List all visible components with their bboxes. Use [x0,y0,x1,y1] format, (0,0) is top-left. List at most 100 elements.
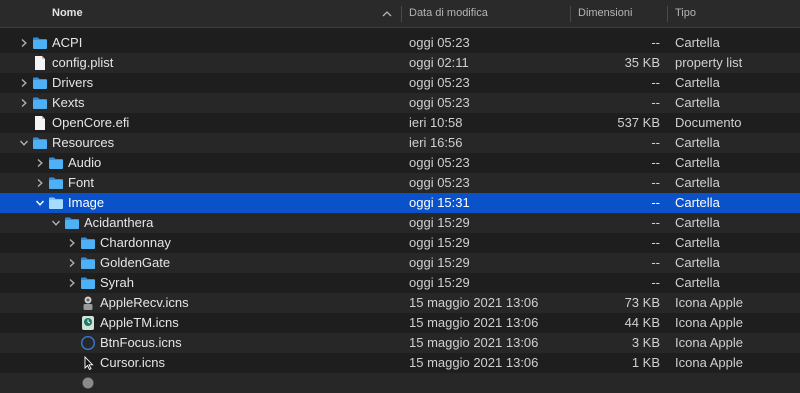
column-header-bar: Nome Data di modifica Dimensioni Tipo [0,0,800,28]
file-date-modified: 15 maggio 2021 13:06 [409,355,539,370]
column-header-date[interactable]: Data di modifica [409,0,488,27]
file-name[interactable]: Resources [52,133,114,153]
file-date-modified: oggi 15:29 [409,255,470,270]
disclosure-expanded-icon[interactable] [51,218,61,228]
document-icon [35,56,45,70]
file-row[interactable]: Kexts oggi 05:23 -- Cartella [0,93,800,113]
document-icon [35,116,45,130]
disclosure-collapsed-icon[interactable] [67,238,77,248]
file-size: -- [651,95,660,110]
file-name[interactable]: Cursor.icns [100,353,165,373]
disclosure-collapsed-icon[interactable] [19,38,29,48]
file-row[interactable]: GoldenGate oggi 15:29 -- Cartella [0,253,800,273]
folder-icon [33,137,47,149]
disclosure-collapsed-icon[interactable] [19,98,29,108]
file-row[interactable]: AppleTM.icns 15 maggio 2021 13:06 44 KB Ico… [0,313,800,333]
file-date-modified: 15 maggio 2021 13:06 [409,335,539,350]
file-date-modified: ieri 10:58 [409,115,463,130]
folder-icon [81,277,95,289]
file-kind: Cartella [675,135,720,150]
folder-icon [81,237,95,249]
file-kind: Cartella [675,275,720,290]
file-name[interactable]: Audio [68,153,101,173]
folder-icon [33,77,47,89]
file-row[interactable]: Resources ieri 16:56 -- Cartella [0,133,800,153]
file-row[interactable]: AppleRecv.icns 15 maggio 2021 13:06 73 KB I… [0,293,800,313]
file-name[interactable]: OpenCore.efi [52,113,129,133]
file-name[interactable]: Acidanthera [84,213,153,233]
disclosure-collapsed-icon[interactable] [67,258,77,268]
file-row[interactable]: OpenCore.efi ieri 10:58 537 KB Documento [0,113,800,133]
file-size: -- [651,155,660,170]
file-row[interactable]: Cursor.icns 15 maggio 2021 13:06 1 KB Icona… [0,353,800,373]
file-date-modified: oggi 15:29 [409,215,470,230]
file-date-modified: oggi 05:23 [409,155,470,170]
file-row[interactable]: BtnFocus.icns 15 maggio 2021 13:06 3 KB Ico… [0,333,800,353]
file-name[interactable]: config.plist [52,53,113,73]
file-name[interactable]: Kexts [52,93,85,113]
cursor-icon [84,355,94,371]
folder-icon [49,197,63,209]
file-row[interactable]: config.plist oggi 02:11 35 KB property list [0,53,800,73]
column-header-name[interactable]: Nome [52,0,83,27]
disclosure-collapsed-icon[interactable] [35,158,45,168]
disclosure-expanded-icon[interactable] [19,138,29,148]
file-size: 35 KB [624,55,660,70]
disclosure-collapsed-icon[interactable] [35,178,45,188]
file-row[interactable]: ACPI oggi 05:23 -- Cartella [0,33,800,53]
file-kind: Cartella [675,235,720,250]
file-kind: Cartella [675,215,720,230]
file-date-modified: oggi 15:29 [409,275,470,290]
file-name[interactable]: Font [68,173,94,193]
file-name[interactable]: GoldenGate [100,253,170,273]
file-row[interactable]: Syrah oggi 15:29 -- Cartella [0,273,800,293]
disclosure-expanded-icon[interactable] [35,198,45,208]
file-date-modified: ieri 16:56 [409,135,463,150]
file-date-modified: oggi 05:23 [409,75,470,90]
folder-icon [81,257,95,269]
file-name[interactable]: ACPI [52,33,82,53]
file-name[interactable]: Syrah [100,273,134,293]
file-name[interactable]: Drivers [52,73,93,93]
file-name[interactable]: Chardonnay [100,233,171,253]
file-name[interactable]: AppleRecv.icns [100,293,189,313]
file-size: -- [651,255,660,270]
column-header-kind[interactable]: Tipo [675,0,696,27]
file-list: ACPI oggi 05:23 -- Cartella config.plist oggi… [0,33,800,393]
folder-icon [49,157,63,169]
sort-ascending-icon[interactable] [382,9,392,19]
column-divider[interactable] [667,6,668,22]
file-date-modified: 15 maggio 2021 13:06 [409,315,539,330]
file-kind: property list [675,55,743,70]
file-row[interactable]: Image oggi 15:31 -- Cartella [0,193,800,213]
file-name[interactable]: AppleTM.icns [100,313,179,333]
file-kind: Icona Apple [675,315,743,330]
file-kind: Icona Apple [675,335,743,350]
file-name[interactable]: BtnFocus.icns [100,333,182,353]
disclosure-collapsed-icon[interactable] [67,278,77,288]
file-kind: Cartella [675,75,720,90]
column-divider[interactable] [570,6,571,22]
file-row[interactable]: Chardonnay oggi 15:29 -- Cartella [0,233,800,253]
file-name[interactable]: Image [68,193,104,213]
column-divider[interactable] [401,6,402,22]
file-size: 3 KB [631,335,660,350]
disclosure-collapsed-icon[interactable] [19,78,29,88]
file-size: -- [651,75,660,90]
file-size: 1 KB [631,355,660,370]
file-row[interactable]: Acidanthera oggi 15:29 -- Cartella [0,213,800,233]
file-kind: Cartella [675,255,720,270]
focus-ring-icon [80,335,96,351]
file-size: -- [651,195,660,210]
file-size: 73 KB [624,295,660,310]
file-row[interactable]: Drivers oggi 05:23 -- Cartella [0,73,800,93]
file-row[interactable] [0,373,800,393]
file-size: -- [651,275,660,290]
file-size: 44 KB [624,315,660,330]
folder-icon [65,217,79,229]
file-row[interactable]: Font oggi 05:23 -- Cartella [0,173,800,193]
column-header-size[interactable]: Dimensioni [578,0,632,27]
file-row[interactable]: Audio oggi 05:23 -- Cartella [0,153,800,173]
folder-icon [33,37,47,49]
file-size: -- [651,35,660,50]
